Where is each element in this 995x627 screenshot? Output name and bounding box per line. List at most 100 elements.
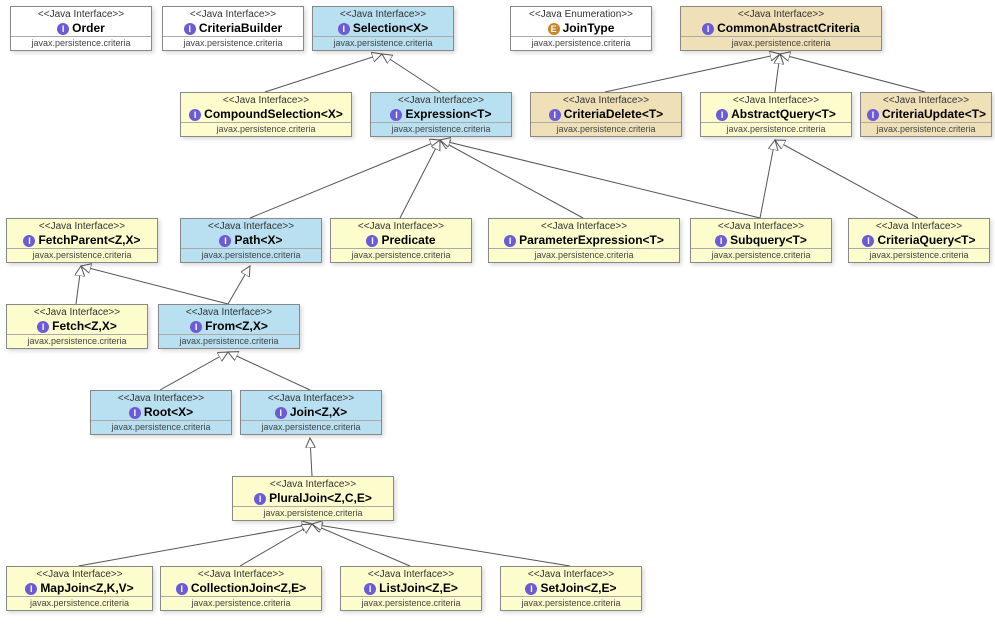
- generalization-edge: [382, 54, 440, 92]
- node-selection[interactable]: <<Java Interface>>ISelection<X>javax.per…: [312, 6, 454, 51]
- node-name: IExpression<T>: [371, 106, 511, 122]
- node-name-text: Selection<X>: [353, 21, 428, 35]
- node-joinType[interactable]: <<Java Enumeration>>EJoinTypejavax.persi…: [510, 6, 652, 51]
- package-label: javax.persistence.criteria: [313, 36, 453, 50]
- node-name-text: Expression<T>: [405, 107, 491, 121]
- node-name: IFetchParent<Z,X>: [7, 232, 157, 248]
- package-label: javax.persistence.criteria: [681, 36, 881, 50]
- node-name-text: CriteriaBuilder: [199, 21, 282, 35]
- node-criteriaDelete[interactable]: <<Java Interface>>ICriteriaDelete<T>java…: [530, 92, 682, 137]
- node-compoundSel[interactable]: <<Java Interface>>ICompoundSelection<X>j…: [180, 92, 352, 137]
- node-fetch[interactable]: <<Java Interface>>IFetch<Z,X>javax.persi…: [6, 304, 148, 349]
- package-label: javax.persistence.criteria: [511, 36, 651, 50]
- node-name: IParameterExpression<T>: [489, 232, 679, 248]
- package-label: javax.persistence.criteria: [691, 248, 831, 262]
- generalization-edge: [250, 140, 440, 218]
- node-name: ICompoundSelection<X>: [181, 106, 351, 122]
- node-name-text: AbstractQuery<T>: [731, 107, 836, 121]
- node-expression[interactable]: <<Java Interface>>IExpression<T>javax.pe…: [370, 92, 512, 137]
- interface-icon: I: [176, 583, 188, 595]
- stereotype-label: <<Java Interface>>: [861, 93, 991, 106]
- stereotype-label: <<Java Interface>>: [11, 7, 151, 20]
- generalization-edge: [240, 524, 312, 566]
- node-name: ISelection<X>: [313, 20, 453, 36]
- package-label: javax.persistence.criteria: [849, 248, 989, 262]
- node-listJoin[interactable]: <<Java Interface>>IListJoin<Z,E>javax.pe…: [340, 566, 482, 611]
- interface-icon: I: [716, 109, 728, 121]
- node-collectionJoin[interactable]: <<Java Interface>>ICollectionJoin<Z,E>ja…: [160, 566, 322, 611]
- node-criteriaUpdate[interactable]: <<Java Interface>>ICriteriaUpdate<T>java…: [860, 92, 992, 137]
- generalization-edge: [775, 54, 780, 92]
- node-name-text: ListJoin<Z,E>: [379, 581, 458, 595]
- node-name-text: FetchParent<Z,X>: [38, 233, 140, 247]
- node-name: IMapJoin<Z,K,V>: [7, 580, 152, 596]
- interface-icon: I: [219, 235, 231, 247]
- node-name: ICommonAbstractCriteria: [681, 20, 881, 36]
- generalization-edge: [228, 352, 310, 390]
- node-criteriaQuery[interactable]: <<Java Interface>>ICriteriaQuery<T>javax…: [848, 218, 990, 263]
- package-label: javax.persistence.criteria: [181, 122, 351, 136]
- node-name: IPredicate: [331, 232, 471, 248]
- generalization-edge: [265, 54, 382, 92]
- generalization-edge: [160, 352, 228, 390]
- node-name-text: Fetch<Z,X>: [52, 319, 117, 333]
- stereotype-label: <<Java Interface>>: [7, 219, 157, 232]
- node-mapJoin[interactable]: <<Java Interface>>IMapJoin<Z,K,V>javax.p…: [6, 566, 153, 611]
- node-path[interactable]: <<Java Interface>>IPath<X>javax.persiste…: [180, 218, 322, 263]
- node-name-text: Predicate: [381, 233, 435, 247]
- node-name-text: Subquery<T>: [730, 233, 807, 247]
- stereotype-label: <<Java Interface>>: [181, 219, 321, 232]
- stereotype-label: <<Java Interface>>: [7, 305, 147, 318]
- node-commonAbs[interactable]: <<Java Interface>>ICommonAbstractCriteri…: [680, 6, 882, 51]
- package-label: javax.persistence.criteria: [181, 248, 321, 262]
- stereotype-label: <<Java Interface>>: [181, 93, 351, 106]
- node-name-text: CriteriaQuery<T>: [877, 233, 975, 247]
- stereotype-label: <<Java Interface>>: [331, 219, 471, 232]
- stereotype-label: <<Java Interface>>: [241, 391, 381, 404]
- node-name-text: CriteriaUpdate<T>: [882, 107, 986, 121]
- stereotype-label: <<Java Interface>>: [681, 7, 881, 20]
- package-label: javax.persistence.criteria: [341, 596, 481, 610]
- interface-icon: I: [366, 235, 378, 247]
- stereotype-label: <<Java Interface>>: [341, 567, 481, 580]
- interface-icon: I: [549, 109, 561, 121]
- node-root[interactable]: <<Java Interface>>IRoot<X>javax.persiste…: [90, 390, 232, 435]
- node-name: IPath<X>: [181, 232, 321, 248]
- node-name: IPluralJoin<Z,C,E>: [233, 490, 393, 506]
- node-order[interactable]: <<Java Interface>>IOrderjavax.persistenc…: [10, 6, 152, 51]
- node-name-text: Join<Z,X>: [290, 405, 347, 419]
- node-name: IListJoin<Z,E>: [341, 580, 481, 596]
- node-name-text: ParameterExpression<T>: [519, 233, 664, 247]
- package-label: javax.persistence.criteria: [163, 36, 303, 50]
- generalization-edge: [775, 140, 918, 218]
- node-subquery[interactable]: <<Java Interface>>ISubquery<T>javax.pers…: [690, 218, 832, 263]
- node-from[interactable]: <<Java Interface>>IFrom<Z,X>javax.persis…: [158, 304, 300, 349]
- node-name: ICriteriaQuery<T>: [849, 232, 989, 248]
- node-fetchParent[interactable]: <<Java Interface>>IFetchParent<Z,X>javax…: [6, 218, 158, 263]
- package-label: javax.persistence.criteria: [501, 596, 641, 610]
- node-criteriaBuilder[interactable]: <<Java Interface>>ICriteriaBuilderjavax.…: [162, 6, 304, 51]
- node-name: ICriteriaUpdate<T>: [861, 106, 991, 122]
- node-name-text: SetJoin<Z,E>: [540, 581, 616, 595]
- generalization-edge: [81, 266, 228, 304]
- node-name-text: PluralJoin<Z,C,E>: [269, 491, 372, 505]
- node-predicate[interactable]: <<Java Interface>>IPredicatejavax.persis…: [330, 218, 472, 263]
- stereotype-label: <<Java Interface>>: [501, 567, 641, 580]
- node-paramExpr[interactable]: <<Java Interface>>IParameterExpression<T…: [488, 218, 680, 263]
- stereotype-label: <<Java Interface>>: [7, 567, 152, 580]
- package-label: javax.persistence.criteria: [161, 596, 321, 610]
- node-join[interactable]: <<Java Interface>>IJoin<Z,X>javax.persis…: [240, 390, 382, 435]
- node-abstractQuery[interactable]: <<Java Interface>>IAbstractQuery<T>javax…: [700, 92, 852, 137]
- interface-icon: I: [190, 321, 202, 333]
- generalization-edge: [440, 140, 583, 218]
- node-name: ISetJoin<Z,E>: [501, 580, 641, 596]
- enum-icon: E: [548, 23, 560, 35]
- stereotype-label: <<Java Interface>>: [701, 93, 851, 106]
- interface-icon: I: [364, 583, 376, 595]
- package-label: javax.persistence.criteria: [489, 248, 679, 262]
- node-pluralJoin[interactable]: <<Java Interface>>IPluralJoin<Z,C,E>java…: [232, 476, 394, 521]
- stereotype-label: <<Java Interface>>: [159, 305, 299, 318]
- node-setJoin[interactable]: <<Java Interface>>ISetJoin<Z,E>javax.per…: [500, 566, 642, 611]
- node-name-text: JoinType: [563, 21, 615, 35]
- stereotype-label: <<Java Interface>>: [691, 219, 831, 232]
